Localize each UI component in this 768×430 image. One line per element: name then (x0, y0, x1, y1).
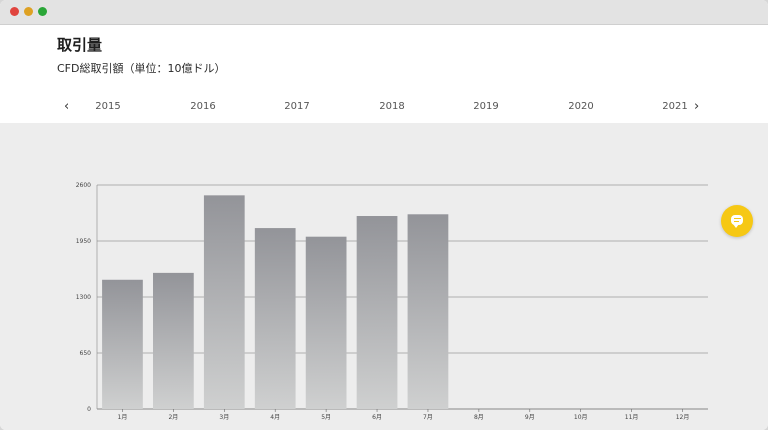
app-window: 取引量 CFD総取引額（単位：10億ドル） ‹ 2015 2016 2017 2… (0, 0, 768, 430)
year-tab-2015[interactable]: 2015 (78, 101, 138, 112)
y-tick-label: 0 (87, 406, 91, 413)
x-tick-label: 8月 (474, 414, 484, 421)
year-selector: ‹ 2015 2016 2017 2018 2019 2020 2021 › (0, 96, 768, 120)
year-tab-2016[interactable]: 2016 (173, 101, 233, 112)
year-tab-2018[interactable]: 2018 (362, 101, 422, 112)
y-tick-label: 650 (80, 350, 92, 357)
y-tick-label: 2600 (76, 182, 91, 189)
x-tick-label: 9月 (525, 414, 535, 421)
bar[interactable] (305, 236, 347, 409)
close-window-button[interactable] (10, 7, 19, 16)
x-tick-label: 2月 (168, 414, 178, 421)
year-tab-2017[interactable]: 2017 (267, 101, 327, 112)
bar[interactable] (102, 279, 143, 409)
x-tick-label: 10月 (574, 414, 588, 421)
bar-chart: 0 650 1300 1950 2600 1月 2月 3月 4月 5月 6月 7月 8月 9月 10月 11月… (76, 182, 708, 421)
title-bar (0, 0, 768, 25)
x-tick-label: 7月 (423, 414, 433, 421)
chevron-right-icon[interactable]: › (694, 99, 699, 114)
y-tick-label: 1950 (76, 238, 91, 245)
bar[interactable] (153, 272, 194, 409)
maximize-window-button[interactable] (38, 7, 47, 16)
x-tick-label: 4月 (270, 414, 280, 421)
bar[interactable] (407, 214, 449, 409)
x-tick-label: 3月 (219, 414, 229, 421)
page-title: 取引量 (57, 36, 103, 54)
bar[interactable] (203, 195, 245, 409)
y-tick-label: 1300 (76, 294, 91, 301)
x-tick-label: 6月 (372, 414, 382, 421)
chat-icon (731, 215, 743, 228)
x-tick-label: 5月 (321, 414, 331, 421)
x-tick-label: 1月 (118, 414, 128, 421)
year-tab-2019[interactable]: 2019 (456, 101, 516, 112)
chevron-left-icon[interactable]: ‹ (64, 99, 69, 114)
x-tick-label: 11月 (625, 414, 639, 421)
page-subtitle: CFD総取引額（単位：10億ドル） (57, 62, 226, 75)
chat-button[interactable] (721, 205, 753, 237)
bar[interactable] (254, 228, 296, 409)
x-tick-label: 12月 (676, 414, 690, 421)
chart-panel: 0 650 1300 1950 2600 1月 2月 3月 4月 5月 6月 7月 8月 9月 10月 11月… (0, 123, 768, 430)
year-tab-2020[interactable]: 2020 (551, 101, 611, 112)
minimize-window-button[interactable] (24, 7, 33, 16)
bar[interactable] (356, 216, 398, 409)
